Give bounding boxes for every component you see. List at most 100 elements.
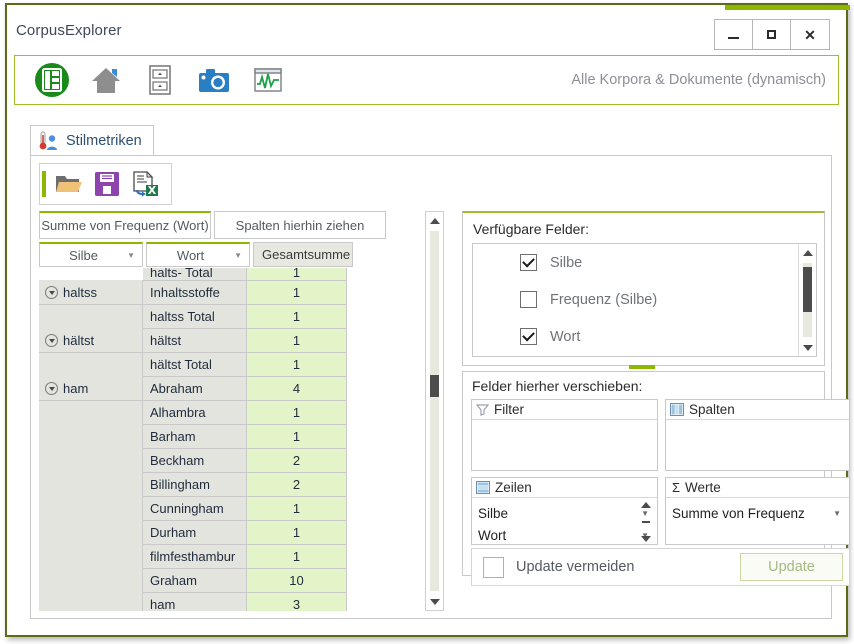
update-vermeiden-checkbox[interactable] — [483, 556, 504, 578]
field-item-label: Wort — [550, 328, 581, 345]
pivot-cell-value: 1 — [247, 268, 347, 281]
pivot-cell-value-label: 1 — [292, 501, 301, 516]
table-row[interactable]: haltss Total 1 — [39, 305, 427, 329]
collapse-toggle-icon[interactable] — [45, 286, 58, 299]
pivot-header-row: Summe von Frequenz (Wort) Spalten hierhi… — [39, 211, 427, 239]
table-row[interactable]: hältst hältst 1 — [39, 329, 427, 353]
open-file-button[interactable] — [50, 166, 88, 202]
werte-item-0[interactable]: Summe von Frequenz ▼ — [666, 502, 849, 524]
pivot-cell-wort: Beckham — [143, 449, 247, 473]
export-excel-button[interactable]: X — [126, 166, 164, 202]
pivot-cell-wort: filmfesthambur — [143, 545, 247, 569]
available-fields-list: Silbe Frequenz (Silbe) Wort — [472, 243, 817, 357]
pivot-cell-silbe-label: haltss — [63, 285, 97, 300]
pivot-scroll-thumb[interactable] — [430, 375, 439, 397]
pivot-colhead-silbe[interactable]: Silbe ▼ — [39, 242, 143, 267]
field-item-2[interactable]: Wort — [473, 318, 816, 355]
remove-icon[interactable] — [642, 521, 650, 523]
fields-scroll-up-button[interactable] — [799, 244, 816, 261]
fields-scroll-track[interactable] — [803, 263, 812, 337]
filter-arrow-icon[interactable]: ▼ — [234, 251, 242, 260]
collapse-toggle-icon[interactable] — [45, 334, 58, 347]
pivot-cell-silbe: hältst — [39, 329, 143, 353]
panel-resize-marker[interactable] — [629, 365, 655, 369]
table-row[interactable]: hältst Total 1 — [39, 353, 427, 377]
pivot-cell-silbe — [39, 521, 143, 545]
pivot-cell-wort-label: Abraham — [150, 381, 203, 396]
table-row[interactable]: ham 3 — [39, 593, 427, 611]
move-up-icon[interactable] — [641, 502, 651, 508]
pivot-cell-wort-label: halts- Total — [150, 268, 213, 280]
field-checkbox[interactable] — [520, 291, 537, 308]
pivot-cell-value-label: 10 — [289, 573, 304, 588]
chevron-down-icon[interactable]: ▼ — [833, 509, 841, 518]
pivot-columns-dropzone[interactable]: Spalten hierhin ziehen — [214, 211, 386, 239]
dropzone-filter-body[interactable] — [472, 420, 657, 424]
pivot-cell-value-label: 4 — [292, 381, 301, 396]
zeilen-item-0[interactable]: Silbe ▼ — [472, 502, 657, 524]
archive-cabinet-icon[interactable] — [133, 57, 187, 103]
fields-scroll-thumb[interactable] — [803, 267, 812, 312]
table-row[interactable]: filmfesthambur 1 — [39, 545, 427, 569]
tab-stilmetriken[interactable]: Stilmetriken — [30, 125, 154, 156]
filter-arrow-icon[interactable]: ▼ — [127, 251, 135, 260]
maximize-button[interactable] — [753, 20, 791, 49]
table-row[interactable]: Beckham 2 — [39, 449, 427, 473]
pivot-cell-silbe: ham — [39, 377, 143, 401]
table-row[interactable]: haltss Inhaltsstoffe 1 — [39, 281, 427, 305]
table-row[interactable]: Cunningham 1 — [39, 497, 427, 521]
collapse-toggle-icon[interactable] — [45, 382, 58, 395]
field-checkbox[interactable] — [520, 254, 537, 271]
dropzone-filter[interactable]: Filter — [471, 399, 658, 471]
pivot-colhead-total: Gesamtsumme — [253, 242, 353, 267]
scroll-down-button[interactable] — [426, 593, 443, 610]
analytics-pulse-icon[interactable] — [241, 57, 295, 103]
dropzone-werte-head: Σ Werte — [666, 478, 849, 498]
fields-scroll-down-button[interactable] — [799, 339, 816, 356]
toolbar-grip[interactable] — [42, 171, 46, 197]
scroll-up-button[interactable] — [426, 212, 443, 229]
pivot-cell-wort-label: Alhambra — [150, 405, 206, 420]
minimize-button[interactable] — [715, 20, 753, 49]
pivot-vertical-scrollbar[interactable] — [425, 211, 444, 611]
pivot-cell-wort-label: Billingham — [150, 477, 210, 492]
dropzone-zeilen[interactable]: Zeilen Silbe ▼ Wort ▼ — [471, 477, 658, 545]
close-button[interactable]: ✕ — [791, 20, 829, 49]
save-button[interactable] — [88, 166, 126, 202]
table-row[interactable]: halts- Total 1 — [39, 268, 427, 281]
window-controls: ✕ — [714, 19, 830, 50]
table-row[interactable]: Alhambra 1 — [39, 401, 427, 425]
field-checkbox[interactable] — [520, 328, 537, 345]
dropzone-zeilen-label: Zeilen — [495, 480, 532, 495]
zeilen-item-1[interactable]: Wort ▼ — [472, 524, 657, 544]
svg-text:X: X — [148, 184, 157, 197]
pivot-cell-wort: hältst — [143, 329, 247, 353]
dropzone-spalten[interactable]: Spalten — [665, 399, 850, 471]
table-row[interactable]: Billingham 2 — [39, 473, 427, 497]
pivot-cell-wort: Cunningham — [143, 497, 247, 521]
update-button[interactable]: Update — [740, 553, 843, 581]
dropzone-zeilen-body[interactable]: Silbe ▼ Wort ▼ — [472, 498, 657, 544]
table-row[interactable]: Barham 1 — [39, 425, 427, 449]
field-item-0[interactable]: Silbe — [473, 244, 816, 281]
export-excel-icon: X — [133, 171, 158, 197]
table-row[interactable]: Graham 10 — [39, 569, 427, 593]
zeilen-order-spinner[interactable] — [637, 500, 655, 544]
move-down-icon[interactable] — [641, 536, 651, 542]
pivot-cell-silbe: haltss — [39, 281, 143, 305]
camera-icon[interactable] — [187, 57, 241, 103]
field-item-1[interactable]: Frequenz (Silbe) — [473, 281, 816, 318]
dropzone-spalten-body[interactable] — [666, 420, 849, 424]
fields-vertical-scrollbar[interactable] — [798, 244, 816, 356]
pivot-cell-wort-label: filmfesthambur — [150, 549, 236, 564]
dropzone-werte[interactable]: Σ Werte Summe von Frequenz ▼ — [665, 477, 850, 545]
pivot-value-field[interactable]: Summe von Frequenz (Wort) — [39, 211, 211, 239]
dropzone-werte-body[interactable]: Summe von Frequenz ▼ — [666, 498, 849, 524]
pivot-grid: Summe von Frequenz (Wort) Spalten hierhi… — [39, 211, 427, 611]
pivot-colhead-wort[interactable]: Wort ▼ — [146, 242, 250, 267]
pivot-scroll-track[interactable] — [430, 231, 439, 591]
table-row[interactable]: Durham 1 — [39, 521, 427, 545]
corpus-logo-icon[interactable] — [25, 57, 79, 103]
home-icon[interactable] — [79, 57, 133, 103]
table-row[interactable]: ham Abraham 4 — [39, 377, 427, 401]
